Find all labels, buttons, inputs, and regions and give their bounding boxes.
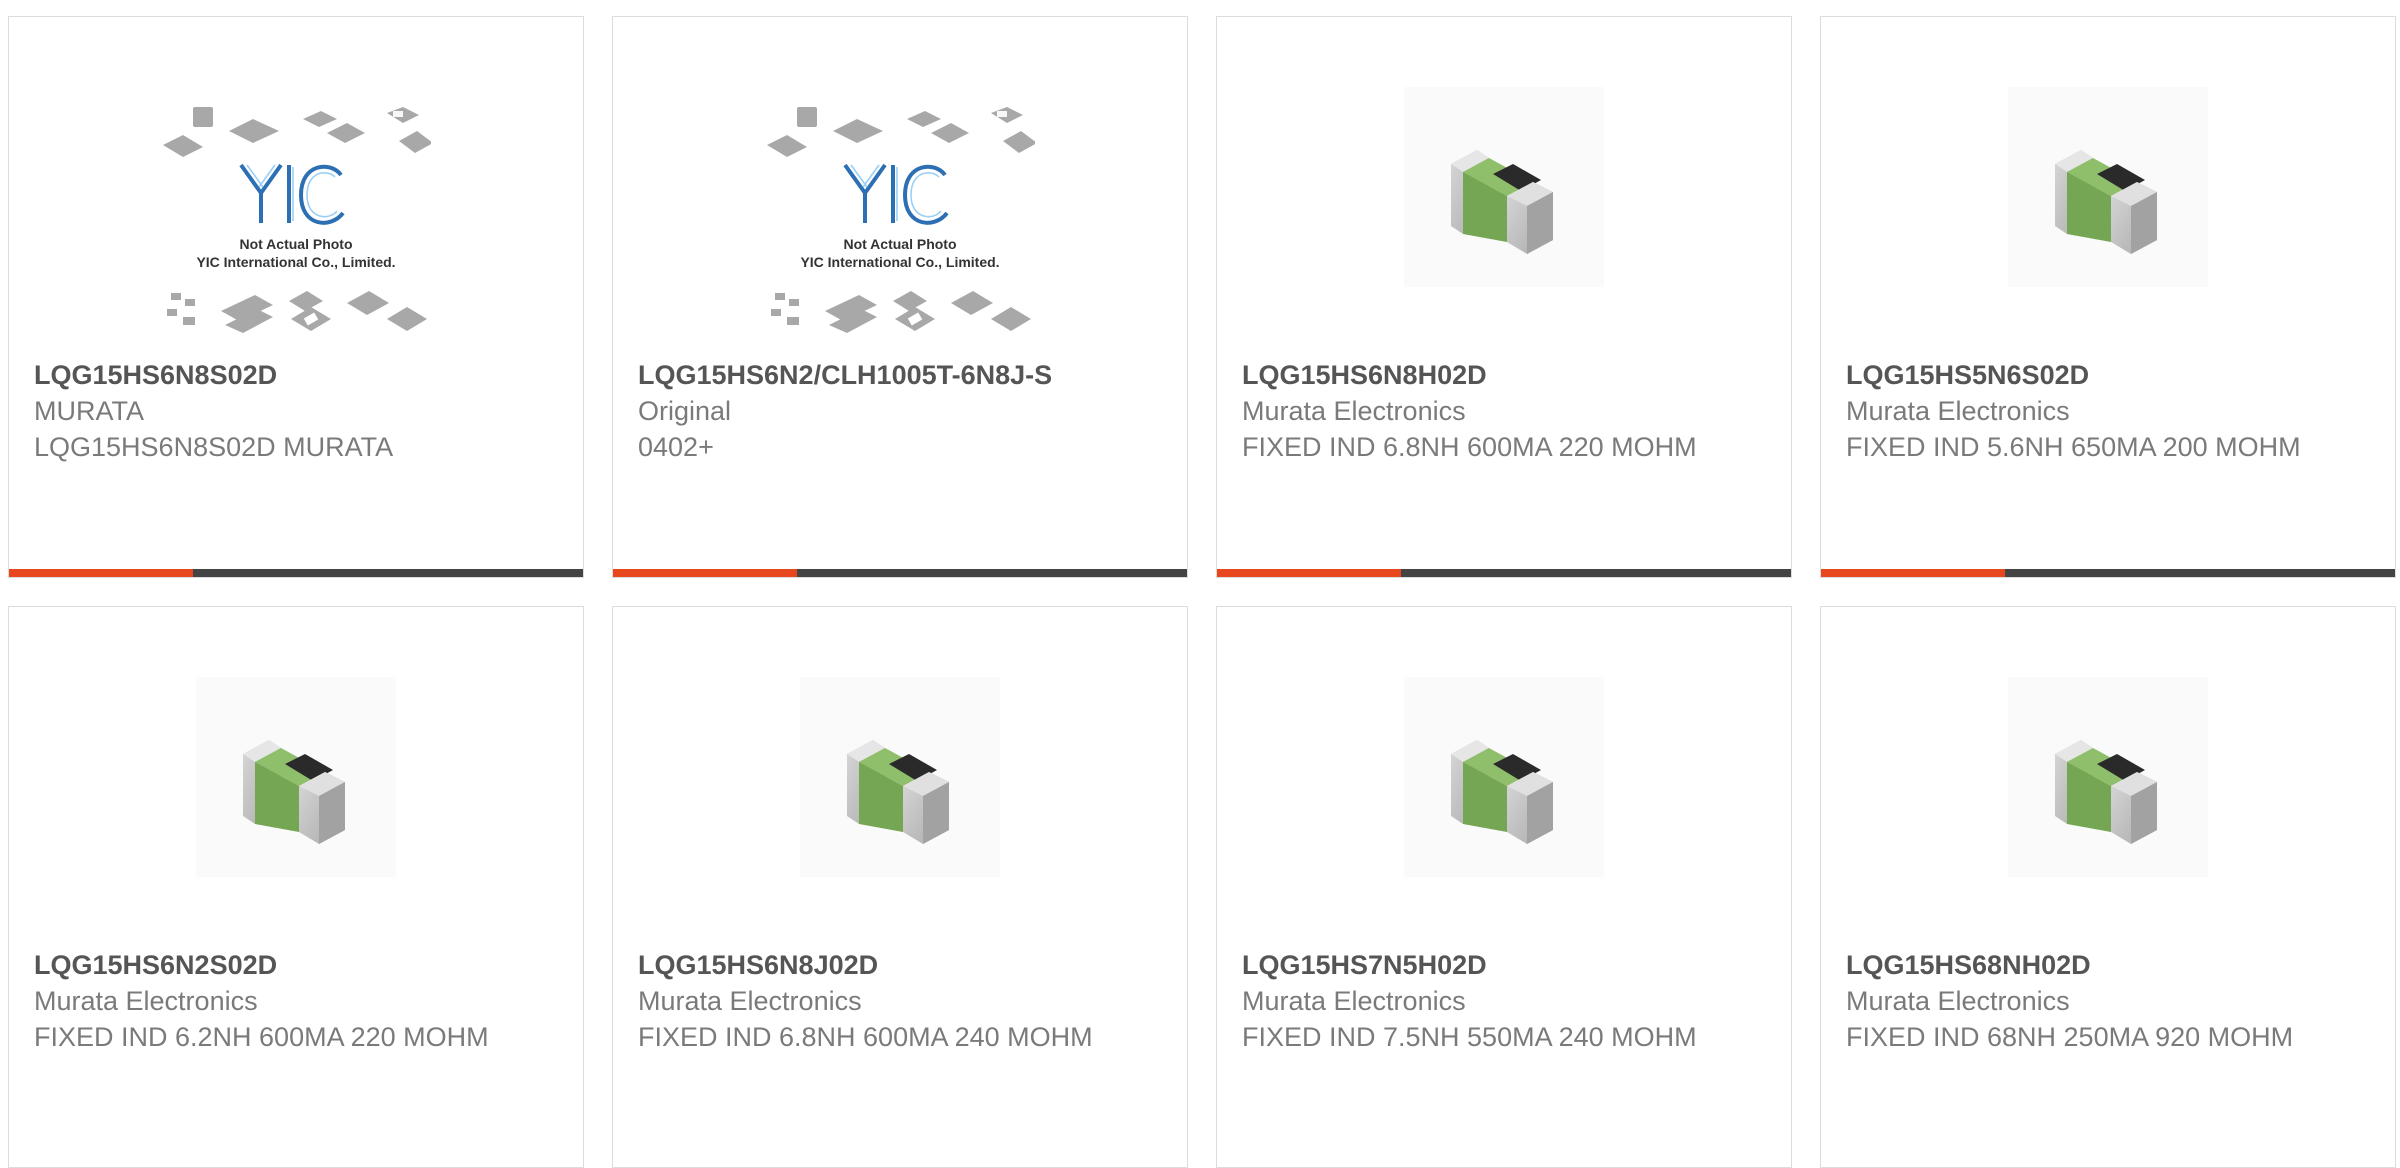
product-manufacturer: Murata Electronics bbox=[1242, 986, 1466, 1016]
product-card[interactable]: LQG15HS7N5H02D Murata Electronics FIXED IN… bbox=[1216, 606, 1792, 1168]
product-grid: Not Actual Photo YIC International Co., … bbox=[0, 0, 2400, 1168]
card-progress-bar bbox=[9, 569, 583, 577]
product-part-number[interactable]: LQG15HS6N8S02D bbox=[34, 357, 563, 393]
smd-inductor-image[interactable] bbox=[9, 677, 583, 877]
svg-text:YIC International Co., Limited: YIC International Co., Limited. bbox=[196, 254, 395, 270]
yic-placeholder-graphic: Not Actual Photo YIC International Co., … bbox=[767, 107, 1035, 333]
product-manufacturer: MURATA bbox=[34, 396, 144, 426]
card-progress-fill bbox=[1821, 569, 2005, 577]
card-progress-bar bbox=[613, 569, 1187, 577]
product-part-number[interactable]: LQG15HS7N5H02D bbox=[1242, 947, 1771, 983]
product-card[interactable]: LQG15HS6N8J02D Murata Electronics FIXED IN… bbox=[612, 606, 1188, 1168]
smd-inductor-image[interactable] bbox=[1217, 87, 1791, 287]
product-part-number[interactable]: LQG15HS68NH02D bbox=[1846, 947, 2375, 983]
product-part-number[interactable]: LQG15HS6N2/CLH1005T-6N8J-S bbox=[638, 357, 1167, 393]
card-text-block: LQG15HS6N2S02D Murata Electronics FIXED IN… bbox=[34, 947, 563, 1055]
product-description: FIXED IND 5.6NH 650MA 200 MOHM bbox=[1846, 432, 2301, 462]
product-card[interactable]: LQG15HS68NH02D Murata Electronics FIXED IN… bbox=[1820, 606, 2396, 1168]
smd-inductor-image[interactable] bbox=[1217, 677, 1791, 877]
product-card[interactable]: Not Actual Photo YIC International Co., … bbox=[8, 16, 584, 578]
product-manufacturer: Murata Electronics bbox=[34, 986, 258, 1016]
product-card[interactable]: LQG15HS6N2S02D Murata Electronics FIXED IN… bbox=[8, 606, 584, 1168]
card-text-block: LQG15HS68NH02D Murata Electronics FIXED IN… bbox=[1846, 947, 2375, 1055]
product-card[interactable]: LQG15HS5N6S02D Murata Electronics FIXED IN… bbox=[1820, 16, 2396, 578]
svg-text:Not Actual Photo: Not Actual Photo bbox=[239, 236, 352, 252]
product-manufacturer: Murata Electronics bbox=[1846, 396, 2070, 426]
card-progress-bar bbox=[1821, 569, 2395, 577]
card-text-block: LQG15HS6N2/CLH1005T-6N8J-S Original 0402+ bbox=[638, 357, 1167, 465]
inductor-chip-graphic bbox=[1451, 740, 1553, 844]
inductor-chip-graphic bbox=[847, 740, 949, 844]
product-manufacturer: Original bbox=[638, 396, 732, 426]
product-manufacturer: Murata Electronics bbox=[1846, 986, 2070, 1016]
product-manufacturer: Murata Electronics bbox=[1242, 396, 1466, 426]
product-description: FIXED IND 68NH 250MA 920 MOHM bbox=[1846, 1022, 2294, 1052]
inductor-chip-graphic bbox=[1451, 150, 1553, 254]
yic-placeholder-graphic: Not Actual Photo YIC International Co., … bbox=[163, 107, 431, 333]
svg-text:YIC International Co., Limited: YIC International Co., Limited. bbox=[800, 254, 999, 270]
card-text-block: LQG15HS6N8J02D Murata Electronics FIXED IN… bbox=[638, 947, 1167, 1055]
product-description: FIXED IND 6.8NH 600MA 220 MOHM bbox=[1242, 432, 1697, 462]
smd-inductor-image[interactable] bbox=[1821, 677, 2395, 877]
svg-text:Not Actual Photo: Not Actual Photo bbox=[843, 236, 956, 252]
product-card[interactable]: LQG15HS6N8H02D Murata Electronics FIXED IN… bbox=[1216, 16, 1792, 578]
yic-placeholder-image[interactable]: Not Actual Photo YIC International Co., … bbox=[613, 105, 1187, 345]
product-part-number[interactable]: LQG15HS5N6S02D bbox=[1846, 357, 2375, 393]
smd-inductor-image[interactable] bbox=[1821, 87, 2395, 287]
card-text-block: LQG15HS5N6S02D Murata Electronics FIXED IN… bbox=[1846, 357, 2375, 465]
smd-inductor-image[interactable] bbox=[613, 677, 1187, 877]
product-part-number[interactable]: LQG15HS6N8H02D bbox=[1242, 357, 1771, 393]
product-manufacturer: Murata Electronics bbox=[638, 986, 862, 1016]
product-description: FIXED IND 7.5NH 550MA 240 MOHM bbox=[1242, 1022, 1697, 1052]
card-progress-fill bbox=[1217, 569, 1401, 577]
product-description: LQG15HS6N8S02D MURATA bbox=[34, 432, 394, 462]
product-part-number[interactable]: LQG15HS6N8J02D bbox=[638, 947, 1167, 983]
product-part-number[interactable]: LQG15HS6N2S02D bbox=[34, 947, 563, 983]
yic-placeholder-image[interactable]: Not Actual Photo YIC International Co., … bbox=[9, 105, 583, 345]
inductor-chip-graphic bbox=[2055, 740, 2157, 844]
card-progress-fill bbox=[9, 569, 193, 577]
card-progress-fill bbox=[613, 569, 797, 577]
card-progress-bar bbox=[1217, 569, 1791, 577]
product-card[interactable]: Not Actual Photo YIC International Co., … bbox=[612, 16, 1188, 578]
inductor-chip-graphic bbox=[243, 740, 345, 844]
inductor-chip-graphic bbox=[2055, 150, 2157, 254]
card-text-block: LQG15HS6N8S02D MURATA LQG15HS6N8S02D MURAT… bbox=[34, 357, 563, 465]
product-description: FIXED IND 6.8NH 600MA 240 MOHM bbox=[638, 1022, 1093, 1052]
card-text-block: LQG15HS7N5H02D Murata Electronics FIXED IN… bbox=[1242, 947, 1771, 1055]
product-description: 0402+ bbox=[638, 432, 714, 462]
card-text-block: LQG15HS6N8H02D Murata Electronics FIXED IN… bbox=[1242, 357, 1771, 465]
product-description: FIXED IND 6.2NH 600MA 220 MOHM bbox=[34, 1022, 489, 1052]
